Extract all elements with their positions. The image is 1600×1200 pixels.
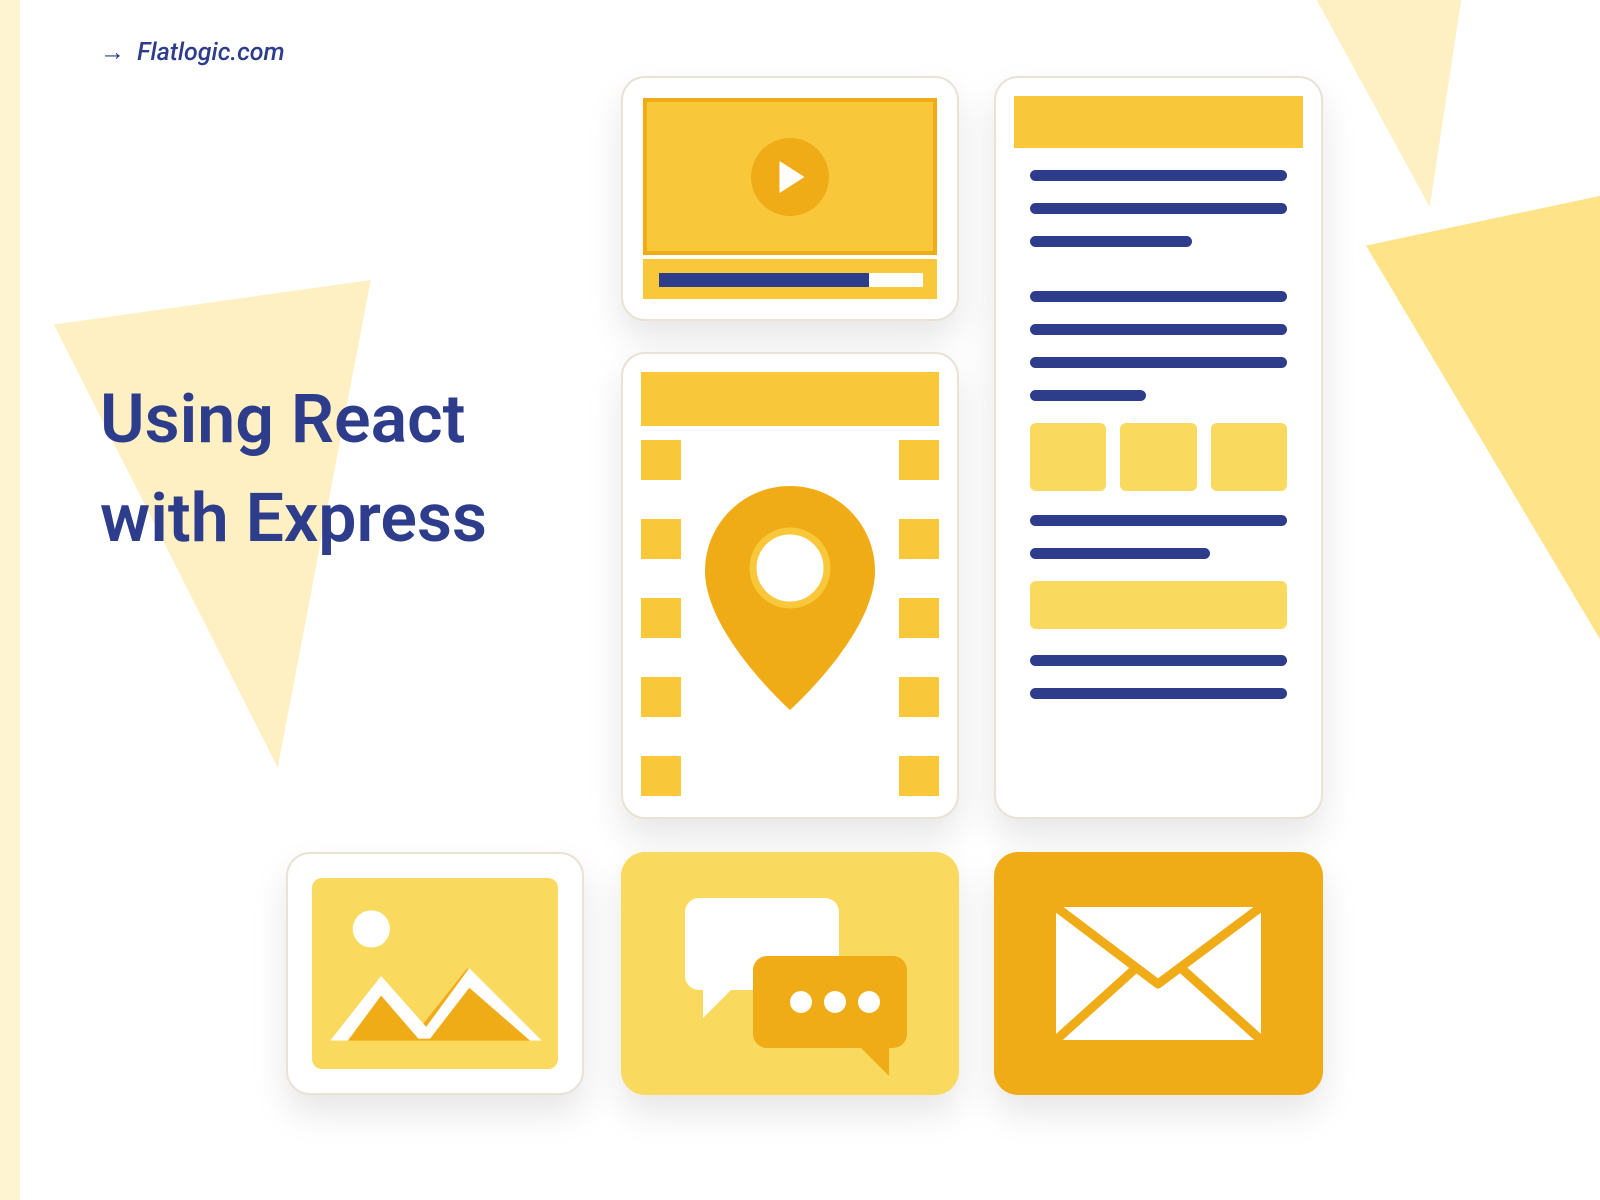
map-grid-square	[899, 677, 939, 717]
text-line	[1030, 655, 1287, 666]
picture-icon	[312, 878, 558, 1069]
document-header-bar	[1014, 96, 1303, 148]
text-line	[1030, 357, 1287, 368]
chat-bubbles-icon	[621, 852, 959, 1095]
map-grid-square	[641, 519, 681, 559]
map-grid-square	[641, 677, 681, 717]
image-frame	[312, 878, 558, 1069]
map-location-card	[621, 352, 959, 819]
text-line	[1030, 390, 1146, 401]
thumbnail-box	[1211, 423, 1287, 491]
location-pin-icon	[705, 486, 875, 710]
page-title: Using React with Express	[100, 370, 487, 567]
map-grid-square	[899, 440, 939, 480]
text-line	[1030, 203, 1287, 214]
mail-card	[994, 852, 1323, 1095]
thumbnail-box	[1120, 423, 1196, 491]
video-player-card	[621, 76, 959, 321]
map-grid-square	[899, 598, 939, 638]
arrow-right-icon: →	[100, 38, 125, 67]
text-line	[1030, 324, 1287, 335]
text-line	[1030, 291, 1287, 302]
envelope-icon	[994, 852, 1323, 1095]
brand-label: Flatlogic.com	[137, 38, 285, 67]
document-card	[994, 76, 1323, 819]
image-placeholder-card	[286, 852, 584, 1095]
text-line	[1030, 170, 1287, 181]
text-line	[1030, 548, 1210, 559]
thumbnail-row	[1030, 423, 1287, 491]
text-line	[1030, 236, 1192, 247]
video-progress-remaining	[869, 273, 923, 287]
video-screen	[643, 98, 937, 255]
headline-line-2: with Express	[100, 478, 487, 558]
brand-link[interactable]: → Flatlogic.com	[100, 38, 285, 67]
text-line	[1030, 515, 1287, 526]
left-edge-strip	[0, 0, 20, 1200]
map-header-bar	[641, 372, 939, 426]
chat-card	[621, 852, 959, 1095]
highlight-bar	[1030, 581, 1287, 629]
headline-line-1: Using React	[100, 379, 465, 459]
thumbnail-box	[1030, 423, 1106, 491]
bg-triangle-right	[1366, 167, 1600, 794]
map-grid-square	[899, 756, 939, 796]
video-progress-fill	[659, 273, 869, 287]
document-content	[1030, 170, 1287, 699]
play-triangle-icon	[779, 161, 804, 193]
text-line	[1030, 688, 1287, 699]
map-grid-square	[641, 756, 681, 796]
play-button-icon	[751, 138, 829, 216]
map-grid-square	[899, 519, 939, 559]
map-grid-square	[641, 440, 681, 480]
map-grid-square	[641, 598, 681, 638]
